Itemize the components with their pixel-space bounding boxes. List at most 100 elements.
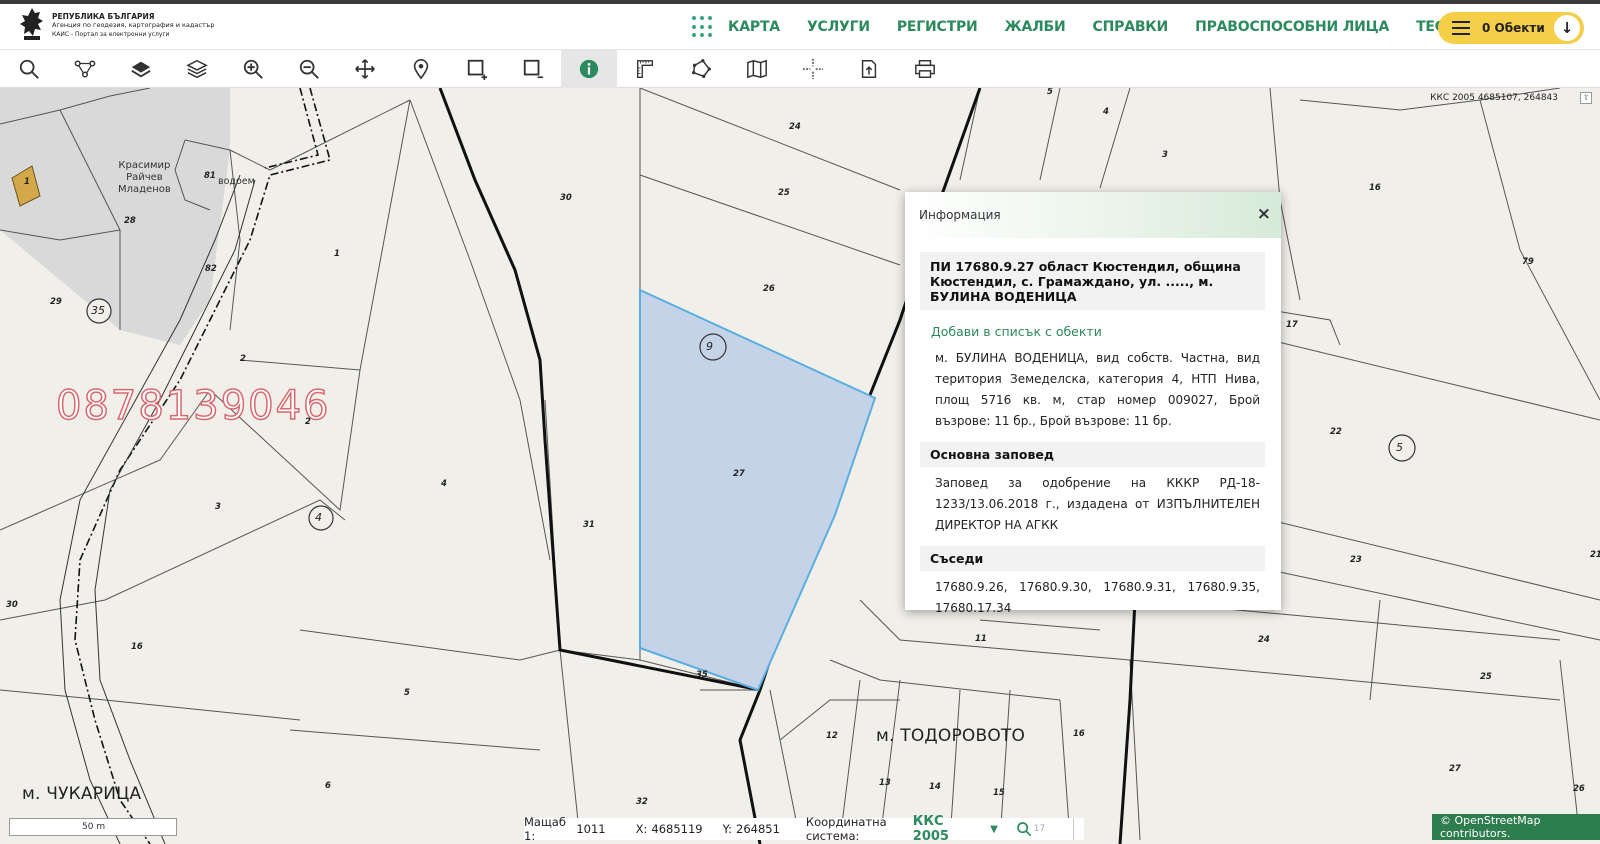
nav-jalbi[interactable]: ЖАЛБИ xyxy=(1005,19,1066,35)
parcel-number-label: 17 xyxy=(1286,320,1298,330)
parcel-number-label: 2 xyxy=(240,354,246,364)
parcel-number-label: 82 xyxy=(205,264,217,274)
tool-zoom-out[interactable] xyxy=(281,50,337,88)
tool-map-book[interactable] xyxy=(729,50,785,88)
menu-icon xyxy=(1452,21,1470,35)
y-label: Y: xyxy=(722,822,732,836)
tool-export[interactable] xyxy=(841,50,897,88)
parcel-number-label: 15 xyxy=(993,788,1005,798)
rect-add-icon xyxy=(467,59,488,80)
tool-print[interactable] xyxy=(897,50,953,88)
system-label: Координатна система: xyxy=(805,815,887,843)
lion-emblem-icon xyxy=(20,8,43,40)
parcel-number-label: 28 xyxy=(124,216,136,226)
cadastral-map[interactable]: 1 28 81 82 29 1 2 2 3 4 30 25 24 26 27 31 35 16 30 5 6 32 5 4 3 1… xyxy=(0,88,1600,844)
parcel-title: ПИ 17680.9.27 област Кюстендил, община К… xyxy=(920,252,1265,310)
parcel-number-label: 32 xyxy=(636,797,648,807)
tool-measure[interactable] xyxy=(617,50,673,88)
parcel-number-label: 30 xyxy=(6,600,18,610)
parcel-number-label: 24 xyxy=(789,122,801,132)
parcel-number-label: 31 xyxy=(583,520,595,530)
parcel-number-label: 12 xyxy=(826,731,838,741)
coord-search[interactable]: 17 xyxy=(1016,821,1055,837)
logo-line1: РЕПУБЛИКА БЪЛГАРИЯ xyxy=(52,12,155,21)
parcel-number-label: 3 xyxy=(1162,150,1168,160)
status-bar: Мащаб 1: 1011 X: 4685119 Y: 264851 Коорд… xyxy=(524,814,1084,844)
nav-karta[interactable]: КАРТА xyxy=(728,19,780,35)
phone-watermark: 0878139046 xyxy=(55,382,331,430)
nav-registri[interactable]: РЕГИСТРИ xyxy=(897,19,978,35)
parcel-number-label: 25 xyxy=(778,188,790,198)
tool-crosshair[interactable] xyxy=(785,50,841,88)
system-value[interactable]: ККС 2005 xyxy=(913,814,966,844)
export-icon xyxy=(861,60,877,78)
tool-rect-remove[interactable] xyxy=(505,50,561,88)
tool-layers-stack[interactable] xyxy=(169,50,225,88)
rect-remove-icon xyxy=(523,59,544,79)
info-popup: Информация × ПИ 17680.9.27 област Кюстен… xyxy=(905,192,1281,615)
y-value: 264851 xyxy=(736,822,780,836)
parcel-number-label: 26 xyxy=(1573,784,1585,794)
tool-rect-add[interactable] xyxy=(449,50,505,88)
crosshair-icon xyxy=(802,58,824,80)
neighbors-heading: Съседи xyxy=(920,546,1265,571)
layer-icon xyxy=(131,61,151,78)
order-heading: Основна заповед xyxy=(920,442,1265,467)
parcel-number-label: 21 xyxy=(1590,550,1600,560)
district-label-todorovoto: м. ТОДОРОВОТО xyxy=(876,726,1026,746)
popup-title: Информация xyxy=(919,208,1001,222)
parcel-number-label: 1 xyxy=(334,249,340,259)
parcel-number-label: 79 xyxy=(1522,257,1534,267)
tool-polygon[interactable] xyxy=(673,50,729,88)
order-text: Заповед за одобрение на КККР РД-18-1233/… xyxy=(935,476,1260,532)
parcel-number-label: 14 xyxy=(929,782,941,792)
tool-pan[interactable] xyxy=(337,50,393,88)
tool-layer[interactable] xyxy=(113,50,169,88)
parcel-number-label: 16 xyxy=(131,642,143,652)
tool-route[interactable] xyxy=(57,50,113,88)
water-body-label: водоем xyxy=(218,176,255,187)
arrow-down-icon[interactable]: ↓ xyxy=(1554,15,1580,41)
close-icon[interactable]: × xyxy=(1257,204,1271,224)
layers-stack-icon xyxy=(186,59,208,79)
parcel-number-label: 16 xyxy=(1369,183,1381,193)
objects-button[interactable]: 0 Обекти ↓ xyxy=(1438,12,1584,44)
tool-info[interactable] xyxy=(561,50,617,88)
polygon-icon xyxy=(692,59,711,78)
search-icon xyxy=(1016,822,1032,837)
logo-line3: КАИС - Портал за електронни услуги xyxy=(52,31,170,38)
tool-zoom-in[interactable] xyxy=(225,50,281,88)
parcel-number-label: 11 xyxy=(975,634,987,644)
parcel-number-label: 81 xyxy=(204,171,216,181)
parcel-number-label: 29 xyxy=(50,297,62,307)
tool-location[interactable] xyxy=(393,50,449,88)
circled-number-label: 5 xyxy=(1396,441,1403,454)
parcel-number-label: 26 xyxy=(763,284,775,294)
parcel-number-label: 13 xyxy=(879,778,891,788)
osm-attribution[interactable]: © OpenStreetMap contributors. xyxy=(1432,814,1600,840)
parcel-number-label: 24 xyxy=(1258,635,1270,645)
scale-value[interactable]: 1011 xyxy=(576,822,605,836)
nav-uslugi[interactable]: УСЛУГИ xyxy=(807,19,870,35)
parcel-number-label: 1 xyxy=(24,177,30,187)
zoom-out-icon xyxy=(299,59,319,79)
objects-label: 0 Обекти xyxy=(1482,21,1545,35)
add-to-list-link[interactable]: Добави в списък с обекти xyxy=(920,310,1265,339)
parcel-number-label: 35 xyxy=(696,670,708,680)
apps-grid-icon[interactable] xyxy=(692,16,714,38)
measure-icon xyxy=(636,60,654,78)
map-canvas[interactable] xyxy=(0,88,1600,844)
parcel-number-label: 16 xyxy=(1073,729,1085,739)
owner-label: Красимир Райчев Младенов xyxy=(118,160,171,195)
map-toolbar xyxy=(0,50,1600,88)
nav-spravki[interactable]: СПРАВКИ xyxy=(1093,19,1169,35)
district-label-chukarica: м. ЧУКАРИЦА xyxy=(22,784,142,804)
parcel-number-label: 30 xyxy=(560,193,572,203)
map-book-icon xyxy=(747,59,767,79)
tool-search[interactable] xyxy=(1,50,57,88)
pan-icon xyxy=(355,59,375,79)
chevron-down-icon[interactable]: ▼ xyxy=(990,824,998,835)
nav-pravosposobni-lica[interactable]: ПРАВОСПОСОБНИ ЛИЦА xyxy=(1195,19,1389,35)
agency-logo[interactable]: РЕПУБЛИКА БЪЛГАРИЯ Агенция по геодезия, … xyxy=(16,6,216,46)
expand-icon[interactable]: ⇧ xyxy=(1580,92,1592,104)
